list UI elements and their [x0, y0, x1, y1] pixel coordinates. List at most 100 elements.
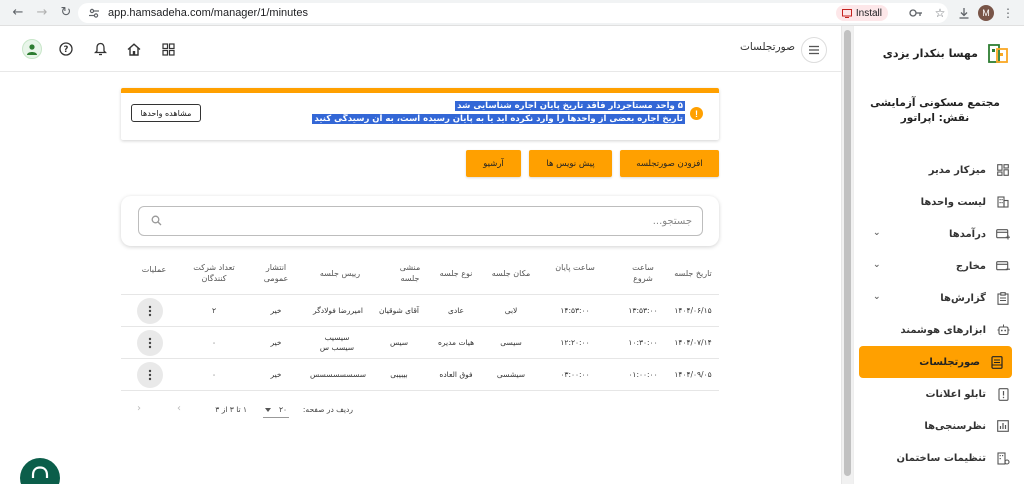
browser-menu-icon[interactable]: ⋮ — [998, 3, 1018, 23]
chevron-down-icon[interactable]: ⌄ — [873, 228, 881, 238]
password-key-icon[interactable] — [906, 3, 926, 23]
page-range: ۱ تا ۳ از ۳ — [215, 405, 247, 414]
help-icon[interactable]: ? — [56, 39, 76, 59]
cell-end: ۱۲:۲۰:۰۰ — [560, 338, 590, 347]
cell-place: سیشسی — [496, 370, 526, 379]
alert-message: ۵ واحد مستاجردار فاقد تاریخ پایان اجاره … — [312, 100, 685, 126]
cell-participants: ۰ — [211, 338, 217, 347]
row-actions-button[interactable] — [137, 298, 163, 324]
cell-date: ۱۴۰۴/۰۶/۱۵ — [674, 306, 712, 315]
row-actions-button[interactable] — [137, 362, 163, 388]
scrollbar-thumb[interactable] — [844, 30, 851, 476]
col-public[interactable]: انتشار عمومی — [255, 262, 297, 294]
back-icon[interactable]: ← — [6, 1, 30, 25]
cell-public: خیر — [270, 338, 282, 347]
cell-start: ۰۱:۰۰:۰۰ — [628, 370, 658, 379]
cell-secretary: آقای شوقیان — [379, 306, 420, 315]
home-icon[interactable] — [124, 39, 144, 59]
sidebar-menu: میزکار مدیر لیست واحدها درآمدها ⌄ مخارج … — [853, 154, 1024, 474]
col-participants[interactable]: تعداد شرکت کنندگان — [187, 262, 241, 294]
more-vertical-icon — [148, 369, 152, 381]
col-secretary[interactable]: منشی جلسه — [391, 262, 429, 294]
cell-type: هیات مدیره — [437, 338, 475, 347]
view-units-button[interactable]: مشاهده واحدها — [131, 104, 201, 122]
cell-place: سیسی — [500, 338, 522, 347]
clipboard-icon — [996, 291, 1010, 305]
drafts-button[interactable]: پیش نویس ها — [529, 150, 612, 177]
cell-public: خیر — [270, 370, 282, 379]
forward-icon[interactable]: → — [30, 1, 54, 25]
col-type[interactable]: نوع جلسه — [429, 262, 483, 294]
download-icon[interactable] — [954, 3, 974, 23]
cell-type: عادی — [448, 306, 464, 315]
col-chair[interactable]: رییس جلسه — [307, 262, 373, 294]
col-place[interactable]: مکان جلسه — [488, 262, 534, 294]
next-page-icon[interactable]: ‹ — [137, 403, 141, 414]
row-actions-button[interactable] — [137, 330, 163, 356]
complex-name: مجتمع مسکونی آزمایشی — [870, 97, 1000, 109]
svg-text:?: ? — [64, 45, 69, 55]
lease-warning-alert: ! ۵ واحد مستاجردار فاقد تاریخ پایان اجار… — [121, 88, 719, 140]
cell-end: ۱۴:۵۳:۰۰ — [560, 306, 590, 315]
col-date[interactable]: تاریخ جلسه — [667, 262, 719, 294]
sidebar-item-notice-board[interactable]: تابلو اعلانات — [853, 378, 1024, 410]
sidebar-item-minutes[interactable]: صورتجلسات — [859, 346, 1012, 378]
more-vertical-icon — [148, 305, 152, 317]
table-row[interactable]: ۱۴۰۴/۰۹/۰۵ ۰۱:۰۰:۰۰ ۰۳:۰۰:۰۰ سیشسی فوق ا… — [121, 358, 719, 390]
rows-per-page-select[interactable]: ۲۰ — [263, 402, 289, 418]
alert-line-2: تاریخ اجاره بعضی از واحدها را وارد نکرده… — [312, 114, 685, 124]
add-minutes-button[interactable]: افزودن صورتجلسه — [620, 150, 719, 177]
sidebar-item-income[interactable]: درآمدها ⌄ — [853, 218, 1024, 250]
sidebar-item-dashboard[interactable]: میزکار مدیر — [853, 154, 1024, 186]
more-vertical-icon — [148, 337, 152, 349]
poll-icon — [996, 419, 1010, 433]
header-actions: ? — [22, 39, 178, 59]
table-row[interactable]: ۱۴۰۴/۰۶/۱۵ ۱۳:۵۳:۰۰ ۱۴:۵۳:۰۰ لابی عادی آ… — [121, 294, 719, 326]
table-header: تاریخ جلسه ساعت شروع ساعت پایان مکان جلس… — [121, 262, 719, 294]
sidebar-item-building-settings[interactable]: تنظیمات ساختمان — [853, 442, 1024, 474]
sidebar-item-units[interactable]: لیست واحدها — [853, 186, 1024, 218]
main-scrollbar[interactable] — [841, 26, 853, 484]
sidebar-item-expenses[interactable]: مخارج ⌄ — [853, 250, 1024, 282]
info-icon: ! — [690, 107, 703, 120]
cell-type: فوق العاده — [439, 370, 473, 379]
install-button[interactable]: Install — [835, 5, 888, 21]
user-avatar-icon[interactable] — [22, 39, 42, 59]
chevron-down-icon[interactable]: ⌄ — [873, 260, 881, 270]
search-icon[interactable] — [151, 215, 162, 226]
cell-public: خیر — [270, 306, 282, 315]
user-role: نقش: اپراتور — [900, 112, 970, 124]
chevron-down-icon[interactable]: ⌄ — [873, 292, 881, 302]
address-bar[interactable]: app.hamsadeha.com/manager/1/minutes Inst… — [78, 3, 948, 23]
cell-secretary: بیبیبی — [390, 370, 408, 379]
apps-grid-icon[interactable] — [158, 39, 178, 59]
search-card: جستجو... — [121, 196, 719, 246]
building-icon — [996, 195, 1010, 209]
search-placeholder: جستجو... — [652, 215, 692, 227]
user-name: مهسا بنکدار یزدی — [882, 46, 978, 60]
profile-avatar[interactable]: M — [978, 5, 994, 21]
sidebar-item-polls[interactable]: نظرسنجی‌ها — [853, 410, 1024, 442]
cell-participants: ۰ — [211, 370, 217, 379]
notification-bell-icon[interactable] — [90, 39, 110, 59]
sidebar-item-reports[interactable]: گزارش‌ها ⌄ — [853, 282, 1024, 314]
archive-button[interactable]: آرشیو — [466, 150, 521, 177]
site-info-icon[interactable] — [88, 7, 100, 19]
hamburger-icon — [809, 45, 819, 55]
sidebar-item-smart-tools[interactable]: ابزارهای هوشمند — [853, 314, 1024, 346]
reload-icon[interactable]: ↻ — [54, 1, 78, 25]
complex-info: مجتمع مسکونی آزمایشی نقش: اپراتور — [860, 96, 1010, 126]
search-input[interactable]: جستجو... — [138, 206, 703, 236]
table-row[interactable]: ۱۴۰۴/۰۷/۱۴ ۱۰:۳۰:۰۰ ۱۲:۲۰:۰۰ سیسی هیات م… — [121, 326, 719, 358]
col-end[interactable]: ساعت پایان — [555, 262, 595, 294]
url-text: app.hamsadeha.com/manager/1/minutes — [108, 7, 308, 19]
bookmark-star-icon[interactable]: ☆ — [930, 3, 950, 23]
browser-actions: ☆ M ⋮ — [906, 0, 1024, 26]
support-chat-button[interactable] — [20, 458, 60, 484]
robot-icon — [996, 323, 1010, 337]
menu-toggle-button[interactable] — [801, 37, 827, 63]
browser-toolbar: ← → ↻ app.hamsadeha.com/manager/1/minute… — [0, 0, 1024, 26]
cell-chair: سیسیب سیسب س — [319, 333, 355, 352]
col-start[interactable]: ساعت شروع — [623, 262, 663, 294]
previous-page-icon[interactable]: › — [177, 403, 181, 414]
